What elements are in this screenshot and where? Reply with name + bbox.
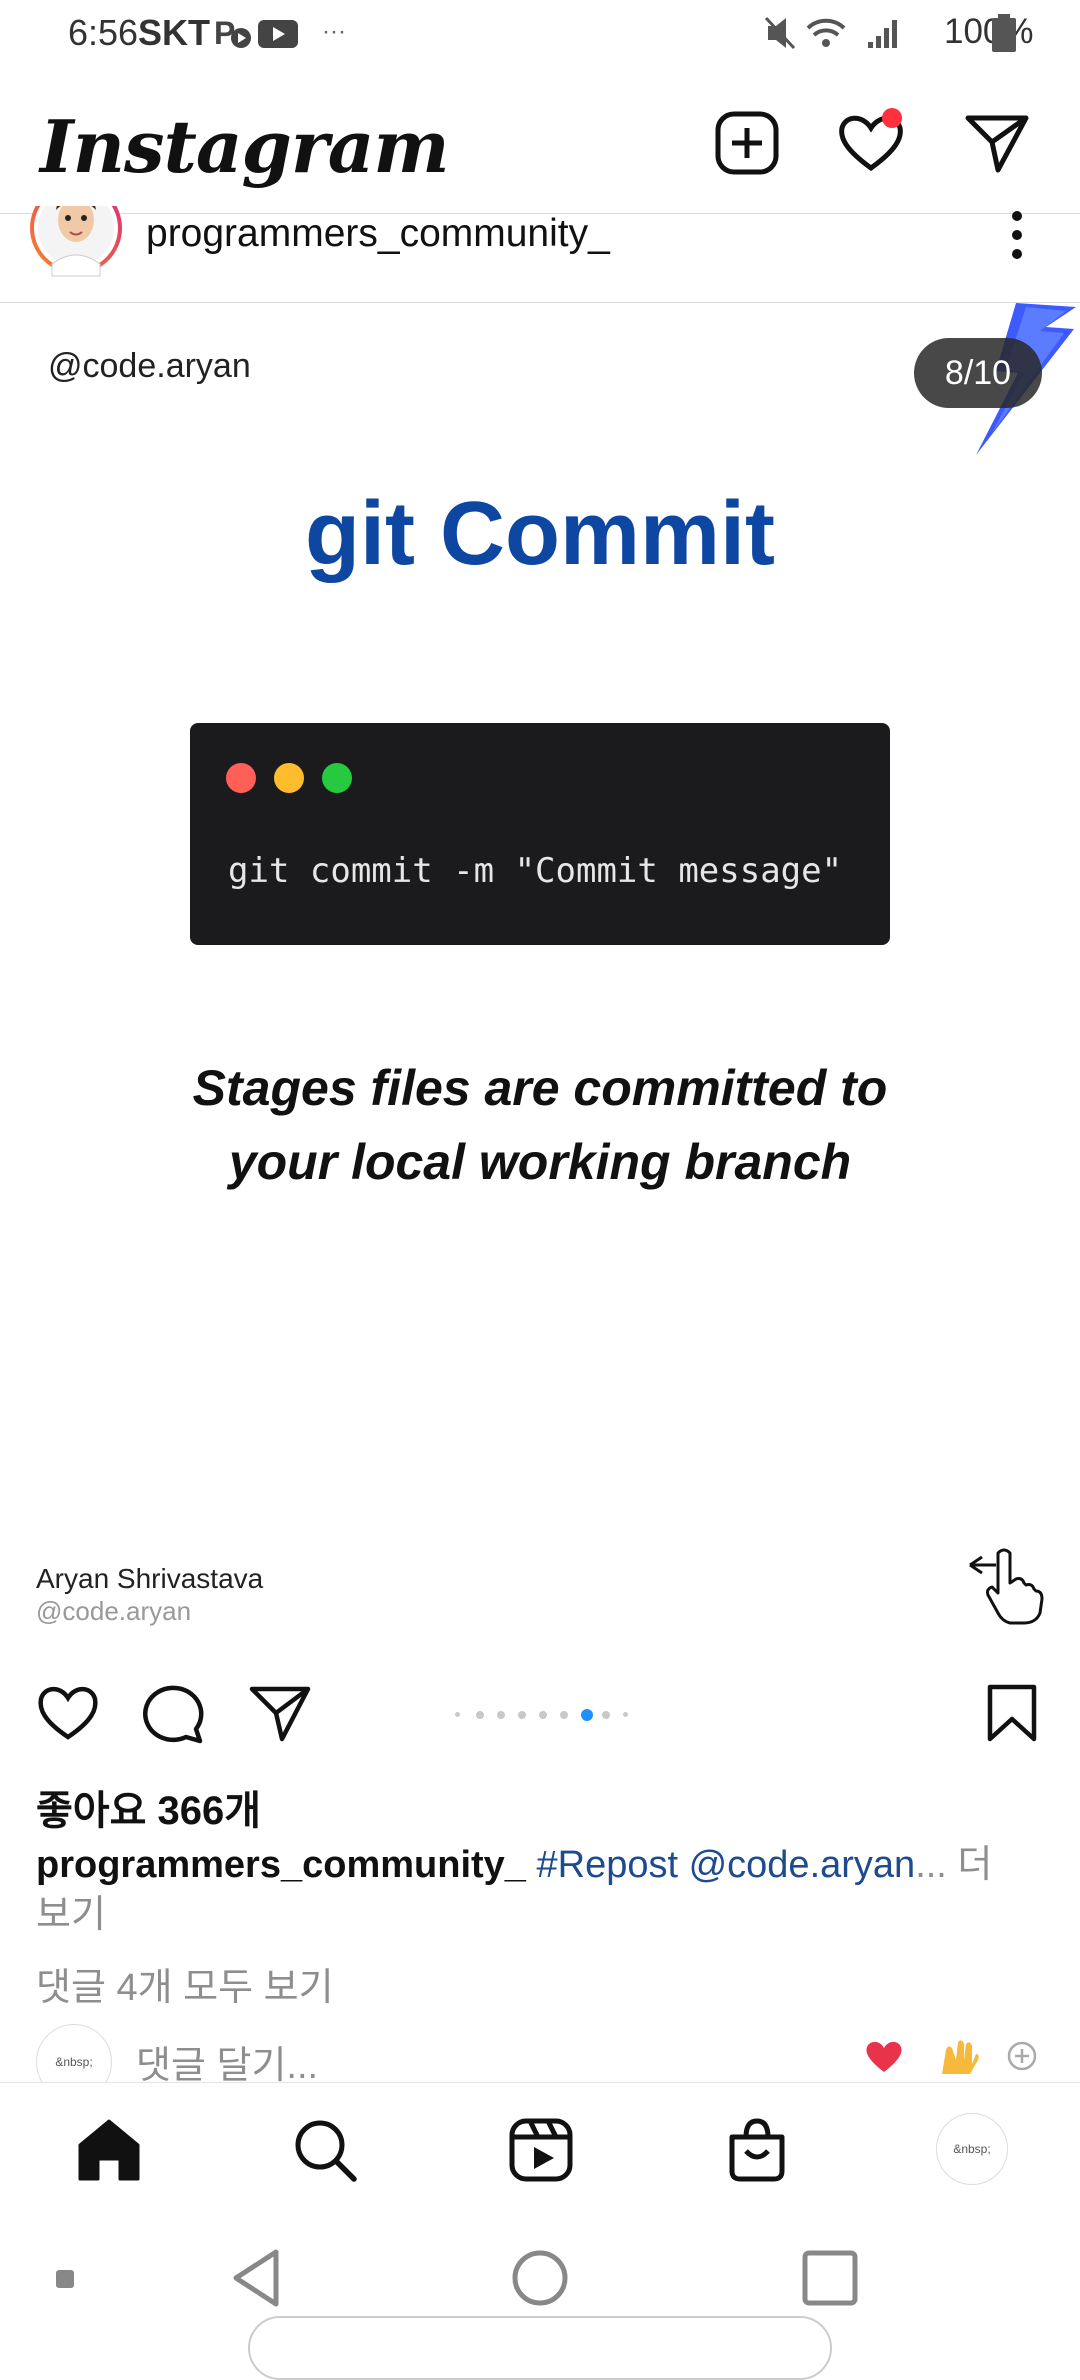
bottom-navigation: &nbsp;: [0, 2082, 1080, 2213]
notification-dot: [882, 108, 902, 128]
caption-username[interactable]: programmers_community_: [36, 1844, 526, 1886]
carousel-dot: [623, 1712, 628, 1717]
carousel-dot: [455, 1712, 460, 1717]
new-post-icon[interactable]: [712, 108, 782, 178]
like-icon[interactable]: [36, 1681, 100, 1745]
system-navigation-bar: [0, 2212, 1080, 2380]
direct-message-icon[interactable]: [962, 108, 1032, 178]
heart-emoji-icon[interactable]: [864, 2038, 904, 2074]
pinned-app-icon[interactable]: [56, 2270, 74, 2288]
window-maximize-dot: [322, 763, 352, 793]
search-icon[interactable]: [290, 2115, 360, 2185]
caption-tags[interactable]: #Repost @code.aryan: [537, 1844, 916, 1886]
home-circle-icon[interactable]: [510, 2248, 570, 2308]
carousel-dot: [539, 1711, 547, 1719]
carousel-dot-active: [581, 1709, 593, 1721]
carousel-dot: [518, 1711, 526, 1719]
home-icon[interactable]: [74, 2115, 144, 2185]
caption-ellipsis: ...: [915, 1844, 947, 1886]
gesture-handle[interactable]: [248, 2316, 832, 2380]
carousel-dot: [560, 1711, 568, 1719]
add-comment-row: &nbsp; 댓글 달기...: [0, 2024, 1080, 2084]
shop-icon[interactable]: [722, 2115, 792, 2185]
carousel-dot: [476, 1711, 484, 1719]
window-minimize-dot: [274, 763, 304, 793]
slide-handle: @code.aryan: [48, 347, 251, 385]
comment-user-avatar: &nbsp;: [36, 2024, 112, 2084]
svg-text:P: P: [214, 16, 235, 50]
add-emoji-icon[interactable]: [1006, 2040, 1038, 2072]
post-action-bar: [0, 1643, 1080, 1773]
post-carousel-slide[interactable]: @code.aryan 8/10 git Commit git commit -…: [0, 303, 1080, 1643]
code-snippet: git commit -m "Commit message": [228, 851, 843, 891]
recents-icon[interactable]: [800, 2248, 860, 2308]
app-header: Instagram: [0, 66, 1080, 214]
slide-author-name: Aryan Shrivastava: [36, 1563, 264, 1594]
view-all-comments-link[interactable]: 댓글 4개 모두 보기: [36, 1956, 334, 2011]
post-username[interactable]: programmers_community_: [146, 212, 610, 256]
slide-author-handle: @code.aryan: [36, 1596, 192, 1626]
battery-icon: [992, 14, 1016, 52]
window-close-dot: [226, 763, 256, 793]
share-icon[interactable]: [248, 1681, 312, 1745]
bookmark-icon[interactable]: [980, 1681, 1044, 1745]
post-header: programmers_community_: [0, 206, 1080, 302]
status-bar: 6:56 SKT P ··· 100%: [0, 0, 1080, 66]
post-caption: programmers_community_ #Repost @code.ary…: [36, 1840, 1036, 1940]
status-carrier: SKT: [138, 12, 210, 53]
swipe-hand-icon: [969, 1548, 1044, 1625]
carousel-counter: 8/10: [914, 338, 1042, 408]
notification-icons: P: [214, 16, 298, 50]
comment-icon[interactable]: [142, 1681, 206, 1745]
post-options-icon[interactable]: [1000, 208, 1034, 262]
system-status-icons: [764, 16, 897, 50]
profile-avatar[interactable]: &nbsp;: [936, 2113, 1008, 2185]
more-notifications-icon: ···: [322, 18, 346, 45]
back-icon[interactable]: [228, 2246, 284, 2310]
like-count[interactable]: 좋아요 366개: [36, 1778, 261, 1836]
carousel-dot: [602, 1711, 610, 1719]
code-window: git commit -m "Commit message": [190, 723, 890, 945]
battery-percentage: 100%: [944, 12, 1034, 51]
add-comment-input[interactable]: 댓글 달기...: [136, 2034, 318, 2084]
slide-description: Stages files are committed to your local…: [192, 1060, 888, 1190]
post-author-avatar[interactable]: [30, 206, 122, 282]
status-time: 6:56: [68, 12, 139, 53]
reels-icon[interactable]: [506, 2115, 576, 2185]
carousel-dot: [497, 1711, 505, 1719]
instagram-logo[interactable]: Instagram: [40, 104, 450, 189]
slide-title: git Commit: [305, 484, 775, 584]
raising-hands-emoji-icon[interactable]: [938, 2034, 980, 2076]
